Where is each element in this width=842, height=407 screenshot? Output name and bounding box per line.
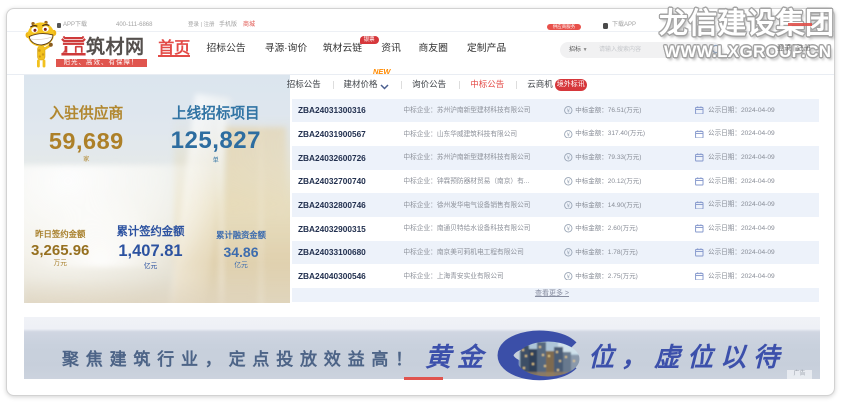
svg-text:¥: ¥ — [567, 250, 570, 256]
svg-text:¥: ¥ — [567, 132, 570, 138]
svg-text:¥: ¥ — [567, 274, 570, 280]
svg-text:¥: ¥ — [567, 179, 570, 185]
svg-text:¥: ¥ — [567, 203, 570, 209]
svg-text:¥: ¥ — [567, 227, 570, 233]
svg-text:¥: ¥ — [567, 156, 570, 162]
svg-text:¥: ¥ — [567, 108, 570, 114]
